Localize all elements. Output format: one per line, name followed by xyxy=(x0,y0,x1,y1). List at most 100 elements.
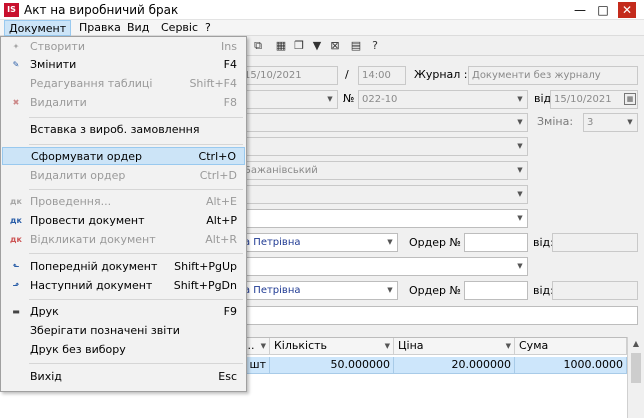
chevron-down-icon[interactable]: ▼ xyxy=(383,282,397,299)
receiver-select[interactable]: ▼ xyxy=(240,257,528,276)
menu-item-save-marked-reports[interactable]: Зберігати позначені звіти xyxy=(2,322,245,340)
copy-icon[interactable]: ⧉ xyxy=(250,38,266,54)
menu-document[interactable]: Документ xyxy=(4,20,72,36)
column-header-quantity-label: Кількість xyxy=(274,339,328,352)
shift-value: 3 xyxy=(587,117,594,128)
table-vertical-scrollbar[interactable]: ▲ xyxy=(627,337,644,418)
employee-select-1[interactable]: а Петрівна ▼ xyxy=(240,233,398,252)
chevron-down-icon: ▼ xyxy=(517,118,523,126)
maximize-button[interactable]: □ xyxy=(594,2,612,18)
filter-icon[interactable]: ▼ xyxy=(309,38,325,54)
menu-item-edit-table[interactable]: Редагування таблиці Shift+F4 xyxy=(2,75,245,93)
column-header-price-label: Ціна xyxy=(398,339,424,352)
menu-item-previous-document[interactable]: ⬑ Попередній документ Shift+PgUp xyxy=(2,258,245,276)
sort-arrow-icon[interactable]: ▼ xyxy=(385,338,390,354)
journal-value: Документи без журналу xyxy=(472,70,601,81)
menu-help[interactable]: ? xyxy=(201,20,215,36)
menu-item-delete-label: Видалити xyxy=(30,96,87,109)
department-select: ▼ xyxy=(240,113,528,132)
number-label: № xyxy=(343,92,355,105)
menu-item-delete-shortcut: F8 xyxy=(223,96,237,109)
menu-item-posting-shortcut: Alt+E xyxy=(205,195,237,208)
menu-item-print-shortcut: F9 xyxy=(223,305,237,318)
menu-item-delete[interactable]: ✖ Видалити F8 xyxy=(2,94,245,112)
column-header-sum[interactable]: Сума xyxy=(515,338,627,355)
sort-arrow-icon[interactable]: ▼ xyxy=(261,338,266,354)
column-header-quantity[interactable]: Кількість ▼ xyxy=(270,338,394,355)
responsible-person-select: Бажанівський ▼ xyxy=(240,161,528,180)
pages-icon[interactable]: ❐ xyxy=(291,38,307,54)
column-header-price[interactable]: Ціна ▼ xyxy=(394,338,515,355)
menu-item-form-order-label: Сформувати ордер xyxy=(31,150,142,163)
doc-icon[interactable]: ▤ xyxy=(348,38,364,54)
menu-view[interactable]: Вид xyxy=(123,20,153,36)
menu-item-create[interactable]: ✦ Створити Ins xyxy=(2,38,245,56)
journal-field: Документи без журналу xyxy=(468,66,638,85)
menu-item-print[interactable]: ▬ Друк F9 xyxy=(2,303,245,321)
cell-quantity[interactable]: 50.000000 xyxy=(270,357,394,374)
help-icon[interactable]: ? xyxy=(367,38,383,54)
menu-item-exit[interactable]: Вихід Esc xyxy=(2,368,245,386)
window-title: Акт на виробничий брак xyxy=(24,3,179,17)
sort-arrow-icon[interactable]: ▼ xyxy=(506,338,511,354)
menu-item-edit-table-label: Редагування таблиці xyxy=(30,77,153,90)
menu-item-edit-label: Змінити xyxy=(30,58,77,71)
menu-item-print-without-choice[interactable]: Друк без вибору xyxy=(2,341,245,359)
chevron-down-icon: ▼ xyxy=(327,95,333,103)
responsible-person-value: Бажанівський xyxy=(244,165,318,176)
menu-separator xyxy=(29,253,243,254)
number-field: 022-10 ▼ xyxy=(358,90,528,109)
storage-select[interactable]: ▼ xyxy=(240,209,528,228)
grid-icon[interactable]: ▦ xyxy=(273,38,289,54)
order-number-field-1[interactable] xyxy=(464,233,528,252)
employee-1-value: а Петрівна xyxy=(244,237,301,248)
chevron-down-icon[interactable]: ▼ xyxy=(513,258,527,275)
scroll-up-icon[interactable]: ▲ xyxy=(628,337,644,351)
journal-label: Журнал : xyxy=(414,68,468,81)
menu-item-create-label: Створити xyxy=(30,40,85,53)
menu-item-delete-order-shortcut: Ctrl+D xyxy=(199,169,237,182)
create-icon: ✦ xyxy=(12,42,20,51)
warehouse-select: ▼ xyxy=(240,137,528,156)
menu-item-form-order[interactable]: Сформувати ордер Ctrl+O xyxy=(2,147,245,165)
menu-item-posting[interactable]: дк Проведення... Alt+E xyxy=(2,193,245,211)
menu-item-create-shortcut: Ins xyxy=(221,40,237,53)
order-number-field-2[interactable] xyxy=(464,281,528,300)
comment-field[interactable] xyxy=(240,306,638,325)
date-value: 15/10/2021 xyxy=(244,70,302,81)
minimize-button[interactable]: — xyxy=(571,2,589,18)
title-bar: IS Акт на виробничий брак — □ ✕ xyxy=(0,0,644,20)
date-time-separator: / xyxy=(345,68,349,81)
menu-item-revoke-document-shortcut: Alt+R xyxy=(205,233,237,246)
menu-item-revoke-document[interactable]: дк Відкликати документ Alt+R xyxy=(2,231,245,249)
chevron-down-icon: ▼ xyxy=(627,118,633,126)
menu-service[interactable]: Сервіс xyxy=(157,20,202,36)
menu-bar: Документ Правка Вид Сервіс ? xyxy=(0,20,644,36)
menu-item-delete-order[interactable]: Видалити ордер Ctrl+D xyxy=(2,167,245,185)
order-date-field-1 xyxy=(552,233,638,252)
close-button[interactable]: ✕ xyxy=(618,2,636,18)
order-date-label-1: від: xyxy=(533,236,554,249)
scroll-thumb[interactable] xyxy=(631,353,641,383)
chevron-down-icon: ▼ xyxy=(517,166,523,174)
time-field: 14:00 xyxy=(358,66,406,85)
menu-item-edit[interactable]: ✎ Змінити F4 xyxy=(2,56,245,74)
menu-item-previous-document-shortcut: Shift+PgUp xyxy=(174,260,237,273)
menu-separator xyxy=(29,144,243,145)
clear-filter-icon[interactable]: ⊠ xyxy=(327,38,343,54)
menu-item-insert-from-order[interactable]: Вставка з вироб. замовлення xyxy=(2,121,245,139)
date-field: 15/10/2021 xyxy=(240,66,338,85)
print-icon: ▬ xyxy=(12,307,20,316)
cell-price[interactable]: 20.000000 xyxy=(394,357,515,374)
menu-item-post-document[interactable]: дк Провести документ Alt+P xyxy=(2,212,245,230)
menu-edit[interactable]: Правка xyxy=(75,20,125,36)
chevron-down-icon: ▼ xyxy=(517,190,523,198)
cell-sum[interactable]: 1000.0000 xyxy=(515,357,627,374)
chevron-down-icon[interactable]: ▼ xyxy=(513,210,527,227)
chevron-down-icon[interactable]: ▼ xyxy=(383,234,397,251)
time-value: 14:00 xyxy=(362,70,391,81)
employee-select-2[interactable]: а Петрівна ▼ xyxy=(240,281,398,300)
menu-item-next-document[interactable]: ⬏ Наступний документ Shift+PgDn xyxy=(2,277,245,295)
next-document-icon: ⬏ xyxy=(12,281,20,290)
menu-item-exit-label: Вихід xyxy=(30,370,62,383)
